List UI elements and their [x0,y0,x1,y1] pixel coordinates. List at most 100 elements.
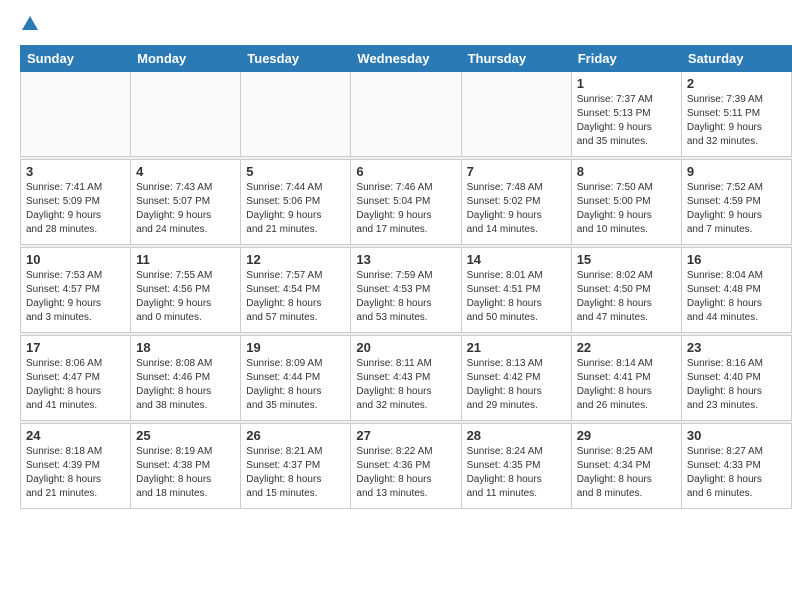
calendar-cell: 26Sunrise: 8:21 AM Sunset: 4:37 PM Dayli… [241,424,351,509]
day-info: Sunrise: 7:48 AM Sunset: 5:02 PM Dayligh… [467,181,566,237]
calendar-cell: 7 Sunrise: 7:48 AM Sunset: 5:02 PM Daylig… [461,160,571,245]
calendar-wrapper: SundayMondayTuesdayWednesdayThursdayFrid… [0,45,792,519]
calendar-cell: 17 Sunrise: 8:06 AM Sunset: 4:47 PM Dayli… [21,336,131,421]
day-number: 24 [26,428,125,443]
calendar-cell: 15 Sunrise: 8:02 AM Sunset: 4:50 PM Dayli… [571,248,681,333]
day-info: Sunrise: 8:06 AM Sunset: 4:47 PM Dayligh… [26,357,125,413]
day-number: 12 [246,252,345,267]
calendar-cell: 14 Sunrise: 8:01 AM Sunset: 4:51 PM Dayli… [461,248,571,333]
page-header [0,0,792,45]
day-info: Sunrise: 7:37 AM Sunset: 5:13 PM Dayligh… [577,93,676,149]
day-info: Sunrise: 8:22 AM Sunset: 4:36 PM Dayligh… [356,445,455,501]
day-number: 16 [687,252,786,267]
calendar-header-monday: Monday [131,46,241,72]
calendar-week-0: 1 Sunrise: 7:37 AM Sunset: 5:13 PM Daylig… [21,72,792,157]
calendar-cell: 11 Sunrise: 7:55 AM Sunset: 4:56 PM Dayli… [131,248,241,333]
day-number: 27 [356,428,455,443]
day-number: 28 [467,428,566,443]
day-number: 29 [577,428,676,443]
calendar-header-sunday: Sunday [21,46,131,72]
calendar-header-friday: Friday [571,46,681,72]
day-number: 6 [356,164,455,179]
calendar-week-4: 24 Sunrise: 8:18 AM Sunset: 4:39 PM Dayli… [21,424,792,509]
day-info: Sunrise: 7:52 AM Sunset: 4:59 PM Dayligh… [687,181,786,237]
day-info: Sunrise: 8:25 AM Sunset: 4:34 PM Dayligh… [577,445,676,501]
calendar-cell [461,72,571,157]
day-info: Sunrise: 7:44 AM Sunset: 5:06 PM Dayligh… [246,181,345,237]
day-info: Sunrise: 8:13 AM Sunset: 4:42 PM Dayligh… [467,357,566,413]
day-info: Sunrise: 8:24 AM Sunset: 4:35 PM Dayligh… [467,445,566,501]
calendar-cell: 1 Sunrise: 7:37 AM Sunset: 5:13 PM Daylig… [571,72,681,157]
calendar-cell: 4 Sunrise: 7:43 AM Sunset: 5:07 PM Daylig… [131,160,241,245]
calendar-cell: 24 Sunrise: 8:18 AM Sunset: 4:39 PM Dayli… [21,424,131,509]
calendar-cell: 23 Sunrise: 8:16 AM Sunset: 4:40 PM Dayli… [681,336,791,421]
title-section [38,16,772,18]
calendar-cell: 2 Sunrise: 7:39 AM Sunset: 5:11 PM Daylig… [681,72,791,157]
calendar-cell: 30Sunrise: 8:27 AM Sunset: 4:33 PM Dayli… [681,424,791,509]
day-number: 22 [577,340,676,355]
day-info: Sunrise: 8:08 AM Sunset: 4:46 PM Dayligh… [136,357,235,413]
day-info: Sunrise: 7:46 AM Sunset: 5:04 PM Dayligh… [356,181,455,237]
day-info: Sunrise: 7:39 AM Sunset: 5:11 PM Dayligh… [687,93,786,149]
day-number: 25 [136,428,235,443]
day-info: Sunrise: 8:16 AM Sunset: 4:40 PM Dayligh… [687,357,786,413]
calendar-cell: 20Sunrise: 8:11 AM Sunset: 4:43 PM Dayli… [351,336,461,421]
calendar-cell: 21 Sunrise: 8:13 AM Sunset: 4:42 PM Dayli… [461,336,571,421]
day-info: Sunrise: 8:02 AM Sunset: 4:50 PM Dayligh… [577,269,676,325]
day-info: Sunrise: 7:55 AM Sunset: 4:56 PM Dayligh… [136,269,235,325]
calendar-cell: 3Sunrise: 7:41 AM Sunset: 5:09 PM Daylig… [21,160,131,245]
day-number: 13 [356,252,455,267]
day-number: 21 [467,340,566,355]
calendar-cell: 6 Sunrise: 7:46 AM Sunset: 5:04 PM Daylig… [351,160,461,245]
calendar-header-tuesday: Tuesday [241,46,351,72]
calendar-cell: 16 Sunrise: 8:04 AM Sunset: 4:48 PM Dayli… [681,248,791,333]
day-info: Sunrise: 7:43 AM Sunset: 5:07 PM Dayligh… [136,181,235,237]
calendar-cell [21,72,131,157]
day-number: 2 [687,76,786,91]
day-number: 5 [246,164,345,179]
calendar-cell: 5 Sunrise: 7:44 AM Sunset: 5:06 PM Daylig… [241,160,351,245]
calendar-body: 1 Sunrise: 7:37 AM Sunset: 5:13 PM Daylig… [21,72,792,509]
day-info: Sunrise: 7:57 AM Sunset: 4:54 PM Dayligh… [246,269,345,325]
calendar-header-wednesday: Wednesday [351,46,461,72]
day-number: 23 [687,340,786,355]
day-info: Sunrise: 8:01 AM Sunset: 4:51 PM Dayligh… [467,269,566,325]
calendar-header-row: SundayMondayTuesdayWednesdayThursdayFrid… [21,46,792,72]
day-number: 19 [246,340,345,355]
day-number: 7 [467,164,566,179]
calendar-cell: 28 Sunrise: 8:24 AM Sunset: 4:35 PM Dayli… [461,424,571,509]
day-number: 11 [136,252,235,267]
day-number: 15 [577,252,676,267]
calendar-week-3: 17 Sunrise: 8:06 AM Sunset: 4:47 PM Dayli… [21,336,792,421]
day-number: 4 [136,164,235,179]
logo-icon [22,16,38,32]
calendar-cell: 10Sunrise: 7:53 AM Sunset: 4:57 PM Dayli… [21,248,131,333]
calendar-cell [131,72,241,157]
day-info: Sunrise: 7:41 AM Sunset: 5:09 PM Dayligh… [26,181,125,237]
day-info: Sunrise: 8:14 AM Sunset: 4:41 PM Dayligh… [577,357,676,413]
calendar-cell: 18 Sunrise: 8:08 AM Sunset: 4:46 PM Dayli… [131,336,241,421]
calendar: SundayMondayTuesdayWednesdayThursdayFrid… [20,45,792,509]
day-number: 17 [26,340,125,355]
day-number: 18 [136,340,235,355]
calendar-cell: 9Sunrise: 7:52 AM Sunset: 4:59 PM Daylig… [681,160,791,245]
calendar-week-1: 3Sunrise: 7:41 AM Sunset: 5:09 PM Daylig… [21,160,792,245]
day-number: 14 [467,252,566,267]
logo [20,16,38,37]
day-number: 1 [577,76,676,91]
day-number: 10 [26,252,125,267]
day-number: 8 [577,164,676,179]
calendar-header-saturday: Saturday [681,46,791,72]
calendar-week-2: 10Sunrise: 7:53 AM Sunset: 4:57 PM Dayli… [21,248,792,333]
calendar-cell: 13Sunrise: 7:59 AM Sunset: 4:53 PM Dayli… [351,248,461,333]
calendar-cell: 29 Sunrise: 8:25 AM Sunset: 4:34 PM Dayli… [571,424,681,509]
day-info: Sunrise: 8:04 AM Sunset: 4:48 PM Dayligh… [687,269,786,325]
calendar-cell [241,72,351,157]
logo-text-general [20,16,38,37]
calendar-cell: 25Sunrise: 8:19 AM Sunset: 4:38 PM Dayli… [131,424,241,509]
day-info: Sunrise: 8:18 AM Sunset: 4:39 PM Dayligh… [26,445,125,501]
calendar-cell [351,72,461,157]
calendar-cell: 22 Sunrise: 8:14 AM Sunset: 4:41 PM Dayli… [571,336,681,421]
day-number: 30 [687,428,786,443]
day-info: Sunrise: 8:21 AM Sunset: 4:37 PM Dayligh… [246,445,345,501]
